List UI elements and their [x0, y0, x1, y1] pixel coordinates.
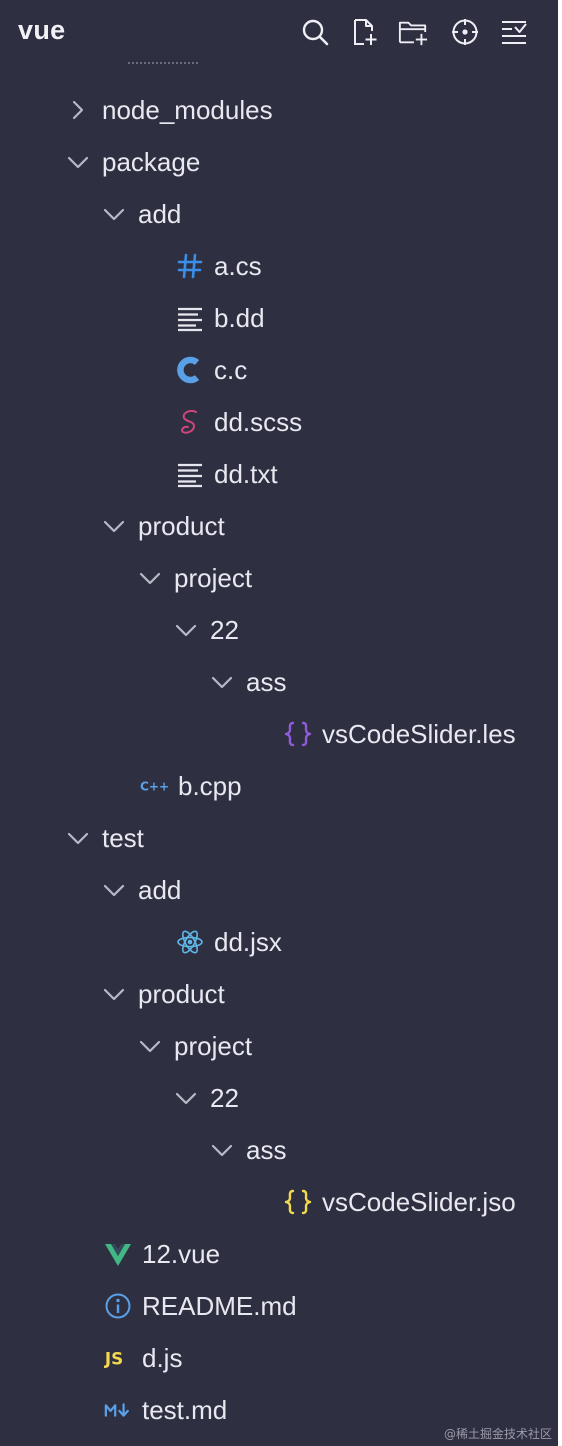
tree-file-label: d.js: [142, 1343, 183, 1373]
vue-icon: [103, 1240, 133, 1268]
tree-file-row[interactable]: dd.txt: [0, 448, 558, 500]
tree-folder-label: project: [174, 563, 253, 593]
tree-folder-label: add: [138, 199, 182, 229]
tree-folder-row[interactable]: project: [0, 1020, 558, 1072]
tree-file-label: b.dd: [214, 303, 265, 333]
c-language-icon: [175, 356, 205, 384]
tree-folder-label: product: [138, 511, 225, 541]
tree-file-label: vsCodeSlider.les: [322, 719, 516, 749]
new-folder-icon: [398, 21, 428, 46]
tree-file-row[interactable]: README.md: [0, 1280, 558, 1332]
tree-file-row[interactable]: dd.scss: [0, 396, 558, 448]
info-icon: [103, 1292, 133, 1320]
tree-folder-label: ass: [246, 667, 287, 697]
tree-folder-label: 22: [210, 1083, 239, 1113]
chevron-down-icon[interactable]: [101, 513, 127, 539]
new-file-icon: [354, 19, 377, 45]
tree-file-label: 12.vue: [142, 1239, 221, 1269]
explorer-titlebar: vue: [0, 0, 558, 66]
chevron-down-icon[interactable]: [137, 1033, 163, 1059]
tree-file-label: dd.txt: [214, 459, 278, 489]
tree-folder-row[interactable]: add: [0, 864, 558, 916]
chevron-down-icon[interactable]: [209, 669, 235, 695]
tree-folder-label: package: [102, 147, 201, 177]
tree-file-row[interactable]: vsCodeSlider.les: [0, 708, 558, 760]
tree-folder-row[interactable]: ass: [0, 1124, 558, 1176]
tree-folder-row[interactable]: product: [0, 500, 558, 552]
tree-file-row[interactable]: dd.jsx: [0, 916, 558, 968]
chevron-right-icon[interactable]: [65, 97, 91, 123]
chevron-down-icon[interactable]: [173, 1085, 199, 1111]
file-tree: node_modulespackage add a.cs b.dd c.c dd.scss…: [0, 84, 558, 1436]
tree-file-row[interactable]: vsCodeSlider.jso: [0, 1176, 558, 1228]
chevron-down-icon[interactable]: [137, 565, 163, 591]
chevron-down-icon[interactable]: [173, 617, 199, 643]
tree-folder-row[interactable]: project: [0, 552, 558, 604]
chevron-down-icon[interactable]: [101, 981, 127, 1007]
tree-folder-row[interactable]: test: [0, 812, 558, 864]
tree-folder-label: product: [138, 979, 225, 1009]
new-file-button[interactable]: [347, 15, 381, 49]
tree-folder-label: test: [102, 823, 144, 853]
tree-file-label: a.cs: [214, 251, 262, 281]
locate-file-button[interactable]: [448, 15, 482, 49]
search-icon: [302, 19, 329, 46]
tree-file-row[interactable]: a.cs: [0, 240, 558, 292]
tree-folder-row[interactable]: 22: [0, 604, 558, 656]
chevron-down-icon[interactable]: [209, 1137, 235, 1163]
text-lines-icon: [175, 304, 205, 332]
chevron-down-icon[interactable]: [101, 201, 127, 227]
svg-text:C++: C++: [140, 780, 168, 794]
tree-file-label: test.md: [142, 1395, 228, 1425]
watermark: @稀土掘金技术社区: [443, 1427, 552, 1441]
tree-file-row[interactable]: C++ b.cpp: [0, 760, 558, 812]
tree-file-row[interactable]: JS d.js: [0, 1332, 558, 1384]
tree-file-label: dd.scss: [214, 407, 303, 437]
text-lines-icon: [175, 460, 205, 488]
sass-icon: [175, 408, 205, 436]
tree-file-row[interactable]: b.dd: [0, 292, 558, 344]
tree-folder-label: 22: [210, 615, 239, 645]
new-folder-button[interactable]: [396, 15, 430, 49]
search-button[interactable]: [298, 15, 332, 49]
tree-folder-label: add: [138, 875, 182, 905]
tree-file-label: c.c: [214, 355, 248, 385]
cpp-icon: C++: [139, 772, 169, 800]
tree-folder-row[interactable]: product: [0, 968, 558, 1020]
crosshair-icon: [452, 19, 478, 45]
json-braces-icon: [283, 1188, 313, 1216]
tree-folder-row[interactable]: add: [0, 188, 558, 240]
tree-folder-label: ass: [246, 1135, 287, 1165]
tree-folder-row[interactable]: node_modules: [0, 84, 558, 136]
tree-folder-row[interactable]: 22: [0, 1072, 558, 1124]
chevron-down-icon[interactable]: [65, 149, 91, 175]
workspace-title: vue: [18, 15, 66, 45]
svg-text:JS: JS: [104, 1349, 123, 1369]
tree-file-row[interactable]: 12.vue: [0, 1228, 558, 1280]
less-braces-icon: [283, 720, 313, 748]
csharp-hash-icon: [175, 252, 205, 280]
tree-file-label: dd.jsx: [214, 927, 282, 957]
scroll-overflow-hint: [128, 62, 198, 68]
chevron-down-icon[interactable]: [101, 877, 127, 903]
tree-file-label: b.cpp: [178, 771, 242, 801]
react-icon: [175, 928, 205, 956]
tree-folder-row[interactable]: ass: [0, 656, 558, 708]
markdown-icon: [103, 1396, 133, 1424]
tree-folder-row[interactable]: package: [0, 136, 558, 188]
tree-folder-label: node_modules: [102, 95, 273, 125]
tree-folder-label: project: [174, 1031, 253, 1061]
tree-file-label: README.md: [142, 1291, 297, 1321]
chevron-down-icon[interactable]: [65, 825, 91, 851]
collapse-all-button[interactable]: [497, 15, 531, 49]
collapse-list-icon: [502, 21, 527, 44]
explorer-panel: vue node_modules package add a.cs b.dd c…: [0, 0, 558, 1446]
javascript-icon: JS: [103, 1344, 133, 1372]
tree-file-label: vsCodeSlider.jso: [322, 1187, 516, 1217]
tree-file-row[interactable]: c.c: [0, 344, 558, 396]
